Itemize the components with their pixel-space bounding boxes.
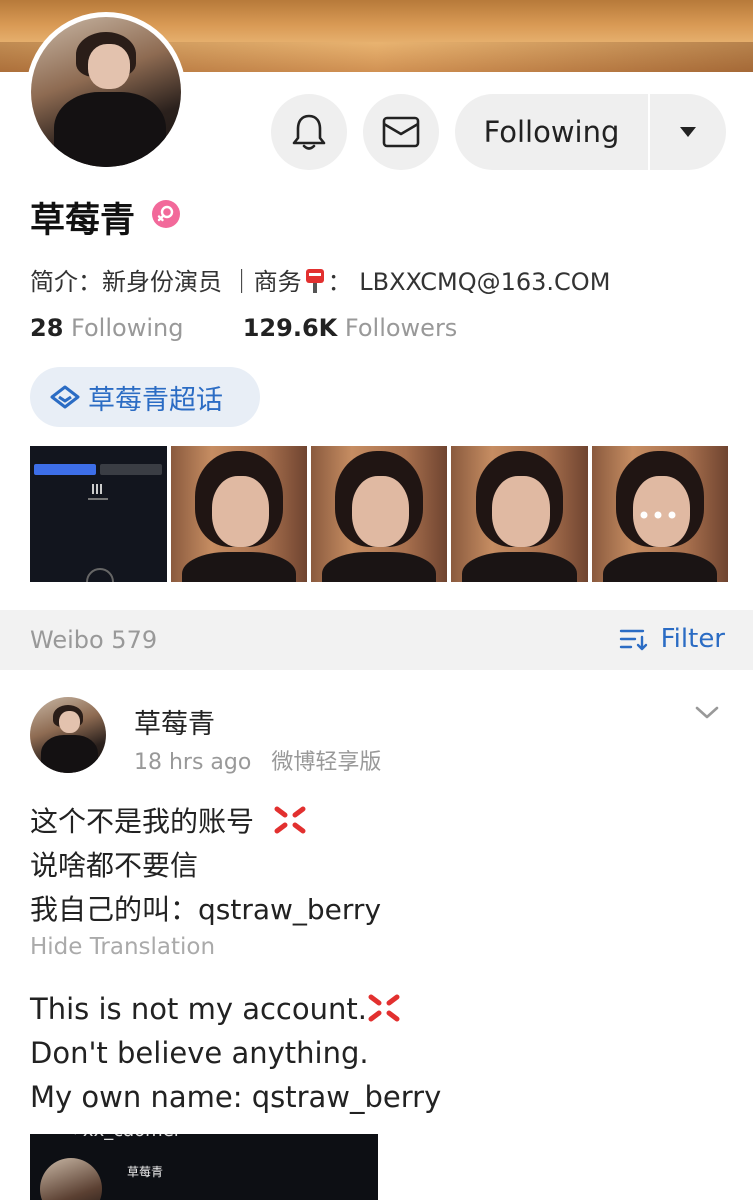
translated-line: This is not my account. <box>30 992 367 1026</box>
post-line: 我自己的叫：qstraw_berry <box>30 893 382 926</box>
post-image-name: 草莓青 <box>127 1165 164 1179</box>
follow-stats: 28 Following 129.6K Followers <box>30 314 457 342</box>
feed-header: Weibo 579 Filter <box>0 610 753 670</box>
follow-options-dropdown[interactable] <box>650 126 726 138</box>
translated-text: This is not my account. Don't believe an… <box>30 987 441 1119</box>
filter-button[interactable]: Filter <box>619 624 725 654</box>
bio-role: 新身份演员 <box>102 268 222 296</box>
diamond-icon <box>50 385 80 409</box>
super-topic-label: 草莓青超话 <box>88 384 223 416</box>
photo-thumbnail-more[interactable] <box>592 446 728 582</box>
filter-icon <box>619 629 647 651</box>
profile-avatar[interactable] <box>26 12 186 172</box>
message-button[interactable] <box>363 94 439 170</box>
post-source: 微博轻享版 <box>271 750 382 775</box>
following-button[interactable]: Following <box>455 94 726 170</box>
post-image-text: ‹ xx_caomei <box>70 1134 179 1141</box>
bio-colon: ： <box>327 268 352 296</box>
bio-prefix: 简介： <box>30 268 102 296</box>
followers-stat[interactable]: 129.6K Followers <box>243 314 458 342</box>
following-label: Following <box>71 314 184 342</box>
bio-business-label: ｜商务 <box>229 268 302 296</box>
triangle-down-icon <box>680 127 696 137</box>
chevron-down-icon[interactable] <box>694 704 720 722</box>
filter-label: Filter <box>660 624 725 654</box>
weibo-count: Weibo 579 <box>30 626 158 654</box>
bio-email[interactable]: LBXXCMQ@163.COM <box>359 268 610 296</box>
photo-thumbnail[interactable] <box>451 446 588 582</box>
photo-thumbnail[interactable] <box>30 446 167 582</box>
anger-symbol-icon <box>368 994 400 1022</box>
hide-translation-link[interactable]: Hide Translation <box>30 934 215 960</box>
following-button-label: Following <box>483 115 620 149</box>
post-image-avatar <box>40 1158 102 1200</box>
translated-line: My own name: qstraw_berry <box>30 1080 442 1114</box>
post-image[interactable]: ‹ xx_caomei 草莓青 <box>30 1134 378 1200</box>
photo-strip <box>30 446 728 582</box>
bell-icon <box>292 114 326 150</box>
followers-count: 129.6K <box>242 314 338 342</box>
post-time: 18 hrs ago <box>134 750 252 775</box>
post-line: 说啥都不要信 <box>30 849 199 882</box>
photo-thumbnail[interactable] <box>171 446 307 582</box>
postbox-icon <box>305 269 324 293</box>
following-stat[interactable]: 28 Following <box>30 314 183 342</box>
profile-name: 草莓青 <box>30 201 136 241</box>
super-topic-button[interactable]: 草莓青超话 <box>30 367 260 427</box>
profile-bio: 简介：新身份演员 ｜商务 ： LBXXCMQ@163.COM <box>30 262 610 297</box>
following-count: 28 <box>30 314 64 342</box>
post-line: 这个不是我的账号 <box>30 805 255 838</box>
post-author-avatar[interactable] <box>30 697 106 773</box>
translated-line: Don't believe anything. <box>30 1036 369 1070</box>
female-gender-icon <box>152 200 180 228</box>
message-icon <box>382 116 420 148</box>
photo-thumbnail[interactable] <box>311 446 447 582</box>
post-meta: 18 hrs ago 微博轻享版 <box>134 744 381 776</box>
post-text: 这个不是我的账号 说啥都不要信 我自己的叫：qstraw_berry <box>30 800 381 932</box>
more-dots-icon <box>640 511 676 519</box>
anger-symbol-icon <box>274 806 306 834</box>
post-author-name[interactable]: 草莓青 <box>134 702 215 741</box>
followers-label: Followers <box>344 314 458 342</box>
notification-bell-button[interactable] <box>271 94 347 170</box>
